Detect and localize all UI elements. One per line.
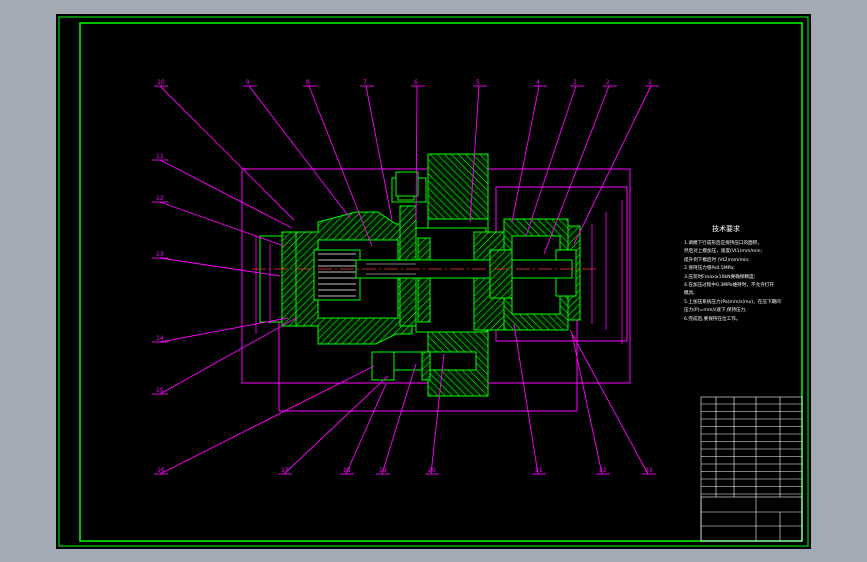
balloon-label: 13 xyxy=(156,251,164,258)
balloon-label: 17 xyxy=(281,467,289,474)
balloon-label: 2 xyxy=(606,79,610,86)
leader-line xyxy=(159,317,289,343)
balloon-label: 22 xyxy=(599,467,607,474)
leader-line xyxy=(365,85,393,221)
leader-line xyxy=(569,329,649,475)
balloon-label: 5 xyxy=(476,79,480,86)
leader-line xyxy=(283,375,389,475)
tech-title: 技术要求 xyxy=(712,225,740,233)
balloon-label: 3 xyxy=(573,79,577,86)
balloon-label: 1 xyxy=(648,79,652,86)
balloon-label: 21 xyxy=(535,467,543,474)
leader-line xyxy=(573,85,652,245)
leader-line xyxy=(159,201,285,247)
balloon-label: 6 xyxy=(414,79,418,86)
balloon-label: 12 xyxy=(156,195,164,202)
tech-line: 4.在加压过程中0.3MPa维持时，不允许打开 xyxy=(684,283,774,289)
tech-lines: 1.调模下行成形后应保持压口的面积， 然后对上模加压，速度(Vt1)mm/min… xyxy=(684,240,804,324)
leader-line xyxy=(159,85,295,221)
title-block xyxy=(700,396,803,542)
balloon-label: 15 xyxy=(156,387,164,394)
tech-line: 5.上加压系统压力(Pa)mm/s(mv)，在压下期间 xyxy=(684,299,781,305)
tech-line: 3.压装时Fmax≥10kN要确保精度; xyxy=(684,274,756,280)
balloon-label: 11 xyxy=(156,153,164,160)
leader-line xyxy=(159,159,293,229)
balloon-label: 23 xyxy=(645,467,653,474)
balloon-label: 8 xyxy=(306,79,310,86)
balloon-label: 14 xyxy=(156,335,164,342)
balloon-label: 20 xyxy=(428,467,436,474)
leader-line xyxy=(511,85,540,223)
leader-line xyxy=(415,85,418,221)
balloon-label: 18 xyxy=(343,467,351,474)
tech-line: 1.调模下行成形后应保持压口的面积， xyxy=(684,241,762,246)
balloon-label: 7 xyxy=(363,79,367,86)
balloon-label: 16 xyxy=(157,467,165,474)
tech-requirements: 技术要求 1.调模下行成形后应保持压口的面积， 然后对上模加压，速度(Vt1)m… xyxy=(684,224,804,324)
tech-line: 模具; xyxy=(684,291,695,297)
tech-line: 6.完成后,要保持在位工作。 xyxy=(684,316,741,322)
assembly-section xyxy=(259,153,581,397)
tech-line: 压力(P)=mm/s速下,保持压力, xyxy=(684,308,747,314)
tech-line: 提升到下模后时 (Vt2)mm/min; xyxy=(684,257,750,263)
balloon-label: 19 xyxy=(379,467,387,474)
leader-line xyxy=(525,85,577,237)
balloon-label: 9 xyxy=(246,79,250,86)
leader-line xyxy=(345,383,387,475)
balloon-label: 10 xyxy=(157,79,165,86)
balloon-label: 4 xyxy=(536,79,540,86)
leader-line xyxy=(513,323,539,475)
drawing-sheet: 10 9 8 7 6 5 4 3 2 1 11 12 13 14 15 16 17 18 19 20 21 22 23 技术… xyxy=(56,14,811,549)
tech-line: 2.保持压力值Ps0.5MPa; xyxy=(684,266,735,272)
tech-line: 然后对上模加压，速度(Vt1)mm/min; xyxy=(684,249,763,255)
